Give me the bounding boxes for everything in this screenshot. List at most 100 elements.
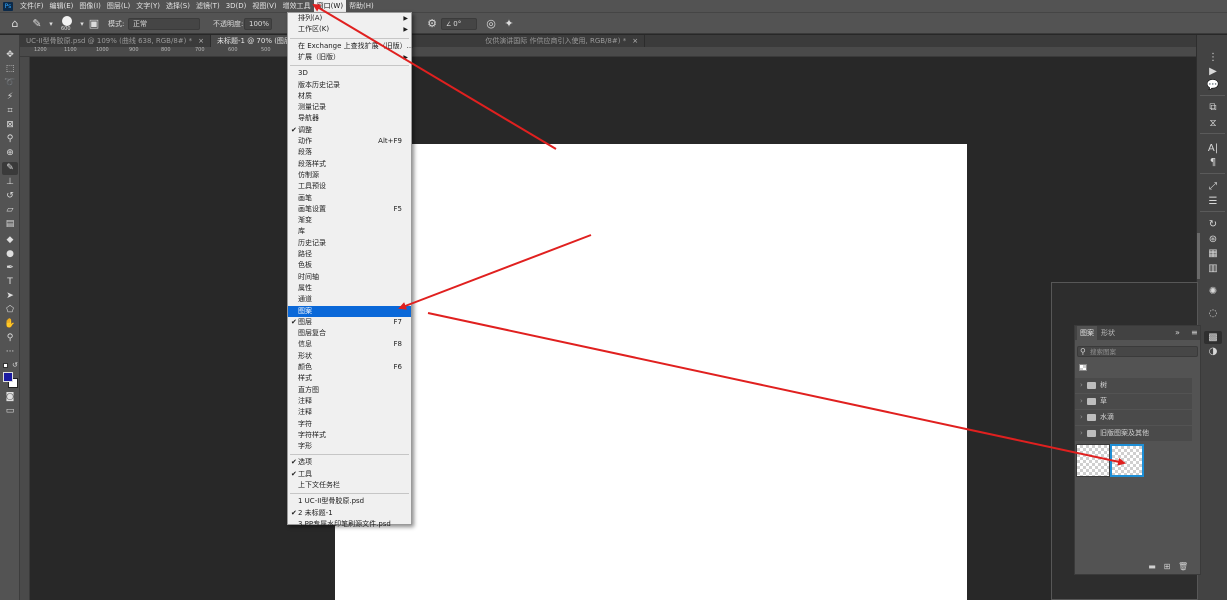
gear-icon[interactable]: ⚙ bbox=[425, 17, 439, 31]
libraries-icon[interactable]: ▥ bbox=[1204, 262, 1222, 275]
pattern-folder[interactable]: › 旧版图案及其他 bbox=[1075, 426, 1192, 441]
window-menu-item[interactable]: 3D bbox=[288, 68, 411, 79]
window-menu-item[interactable]: 段落样式 bbox=[288, 159, 411, 170]
window-menu-item[interactable]: ✔ 图层 F7 bbox=[288, 317, 411, 328]
menu-image[interactable]: 图像(I) bbox=[76, 0, 104, 12]
eyedropper-tool-icon[interactable]: ⚲ bbox=[2, 133, 18, 146]
swatches-grid-icon[interactable]: ▦ bbox=[1204, 247, 1222, 260]
window-menu-item[interactable]: 历史记录 bbox=[288, 238, 411, 249]
swap-colors-icon[interactable]: ↺ bbox=[12, 361, 18, 369]
panel-menu-icon[interactable]: ≡ bbox=[1191, 328, 1198, 337]
new-pattern-icon[interactable]: ⊞ bbox=[1162, 562, 1172, 571]
window-menu-item[interactable]: 动作 Alt+F9 bbox=[288, 136, 411, 147]
tab-patterns[interactable]: 图案 bbox=[1077, 326, 1097, 340]
window-menu-item[interactable]: 通道 bbox=[288, 294, 411, 305]
patterns-icon[interactable]: ▩ bbox=[1204, 331, 1222, 344]
tab-document-3[interactable]: 仅供演讲国际 作供应商引入使用, RGB/8#) * × bbox=[479, 35, 646, 47]
trash-icon[interactable]: 🗑 bbox=[1178, 562, 1188, 571]
window-menu-item[interactable]: 工具预设 bbox=[288, 181, 411, 192]
paragraph-icon[interactable]: ¶ bbox=[1204, 156, 1222, 169]
tab-document-1[interactable]: UC-II型骨胶原.psd @ 109% (曲线 638, RGB/8#) * × bbox=[20, 35, 211, 47]
window-menu-item[interactable]: 时间轴 bbox=[288, 272, 411, 283]
brush-settings-icon[interactable]: ▣ bbox=[87, 17, 101, 31]
more-tools-icon[interactable]: ··· bbox=[2, 346, 18, 359]
window-menu-item[interactable]: 画笔 bbox=[288, 193, 411, 204]
brush-presets-icon[interactable]: ⤢ bbox=[1204, 180, 1222, 193]
chevron-down-icon[interactable]: ▾ bbox=[44, 17, 58, 31]
magic-wand-tool-icon[interactable]: ⚡ bbox=[2, 91, 18, 104]
channels-icon[interactable]: ⊛ bbox=[1204, 233, 1222, 246]
window-menu-item[interactable]: 注释 bbox=[288, 396, 411, 407]
mode-select[interactable]: 正常 bbox=[128, 18, 200, 30]
default-colors-icon[interactable] bbox=[3, 363, 8, 368]
play-icon[interactable]: ▶ bbox=[1204, 65, 1222, 78]
dodge-tool-icon[interactable]: ● bbox=[2, 248, 18, 261]
menu-view[interactable]: 视图(V) bbox=[249, 0, 279, 12]
window-menu-item[interactable]: 1 UC-II型骨胶原.psd bbox=[288, 496, 411, 507]
window-menu-item[interactable]: 扩展（旧版） ▶ bbox=[288, 52, 411, 63]
character-icon[interactable]: A| bbox=[1204, 142, 1222, 155]
menu-3d[interactable]: 3D(D) bbox=[223, 0, 250, 12]
quick-mask-icon[interactable]: ◙ bbox=[2, 391, 18, 404]
window-menu-item[interactable]: 图层复合 bbox=[288, 328, 411, 339]
window-menu-item[interactable]: 属性 bbox=[288, 283, 411, 294]
new-group-folder-icon[interactable]: ▬ bbox=[1147, 562, 1157, 571]
symmetry-icon[interactable]: ✦ bbox=[502, 17, 516, 31]
window-menu-item[interactable]: 上下文任务栏 bbox=[288, 480, 411, 491]
tab-shapes[interactable]: 形状 bbox=[1098, 326, 1118, 340]
window-menu-item[interactable]: 直方图 bbox=[288, 385, 411, 396]
move-tool-icon[interactable]: ✥ bbox=[2, 49, 18, 62]
window-menu-item[interactable]: 仿制源 bbox=[288, 170, 411, 181]
window-menu-item[interactable]: 信息 F8 bbox=[288, 339, 411, 350]
window-menu-item[interactable]: ✔ 工具 bbox=[288, 469, 411, 480]
history-icon[interactable]: ⧖ bbox=[1204, 117, 1222, 130]
window-menu-item[interactable]: 画笔设置 F5 bbox=[288, 204, 411, 215]
pattern-folder[interactable]: › 树 bbox=[1075, 378, 1192, 393]
window-menu-item[interactable]: 在 Exchange 上查找扩展（旧版）... bbox=[288, 41, 413, 52]
pressure-size-icon[interactable]: ◎ bbox=[484, 17, 498, 31]
pattern-folder[interactable]: › 水滴 bbox=[1075, 410, 1192, 425]
eraser-tool-icon[interactable]: ▱ bbox=[2, 204, 18, 217]
blur-tool-icon[interactable]: ◆ bbox=[2, 234, 18, 247]
menu-plugins[interactable]: 增效工具 bbox=[280, 0, 314, 12]
adjustments-sliders-icon[interactable]: ☰ bbox=[1204, 195, 1222, 208]
window-menu-item[interactable]: 色板 bbox=[288, 260, 411, 271]
menu-window[interactable]: 窗口(W) bbox=[313, 0, 347, 12]
pattern-preview-icon[interactable] bbox=[1079, 364, 1087, 371]
sun-icon[interactable]: ✺ bbox=[1204, 285, 1222, 298]
window-menu-item[interactable]: 排列(A) ▶ bbox=[288, 13, 411, 24]
comment-icon[interactable]: 💬 bbox=[1204, 79, 1222, 92]
window-menu-item[interactable]: 字符样式 bbox=[288, 430, 411, 441]
path-selection-tool-icon[interactable]: ➤ bbox=[2, 290, 18, 303]
menu-edit[interactable]: 编辑(E) bbox=[47, 0, 77, 12]
menu-filter[interactable]: 滤镜(T) bbox=[193, 0, 223, 12]
window-menu-item[interactable]: 图案 bbox=[288, 305, 411, 317]
screen-mode-icon[interactable]: ▭ bbox=[2, 405, 18, 418]
clone-stamp-tool-icon[interactable]: ⊥ bbox=[2, 176, 18, 189]
lasso-tool-icon[interactable]: ➰ bbox=[2, 77, 18, 90]
window-menu-item[interactable]: ✔ 选项 bbox=[288, 457, 411, 468]
color-icon[interactable]: ◑ bbox=[1204, 345, 1222, 358]
window-menu-item[interactable]: 路径 bbox=[288, 249, 411, 260]
window-menu-item[interactable]: 导航器 bbox=[288, 113, 411, 124]
pattern-folder[interactable]: › 草 bbox=[1075, 394, 1192, 409]
crop-tool-icon[interactable]: ⌗ bbox=[2, 105, 18, 118]
history-brush-tool-icon[interactable]: ↺ bbox=[2, 190, 18, 203]
window-menu-item[interactable]: 版本历史记录 bbox=[288, 80, 411, 91]
collapse-icon[interactable]: » bbox=[1175, 328, 1180, 337]
window-menu-item[interactable]: ✔ 2 未标题-1 bbox=[288, 508, 411, 519]
hand-tool-icon[interactable]: ✋ bbox=[2, 318, 18, 331]
menu-file[interactable]: 文件(F) bbox=[17, 0, 47, 12]
window-menu-item[interactable]: 材质 bbox=[288, 91, 411, 102]
frame-tool-icon[interactable]: ⊠ bbox=[2, 119, 18, 132]
menu-layer[interactable]: 图层(L) bbox=[104, 0, 133, 12]
styles-icon[interactable]: ◌ bbox=[1204, 307, 1222, 320]
menu-select[interactable]: 选择(S) bbox=[163, 0, 193, 12]
foreground-color-swatch[interactable] bbox=[3, 372, 13, 382]
menu-help[interactable]: 帮助(H) bbox=[346, 0, 377, 12]
window-menu-item[interactable]: 字形 bbox=[288, 441, 411, 452]
angle-input[interactable]: ∠ 0° bbox=[441, 18, 477, 30]
marquee-tool-icon[interactable]: ⬚ bbox=[2, 63, 18, 76]
document-canvas[interactable] bbox=[335, 144, 967, 600]
pen-tool-icon[interactable]: ✒ bbox=[2, 262, 18, 275]
